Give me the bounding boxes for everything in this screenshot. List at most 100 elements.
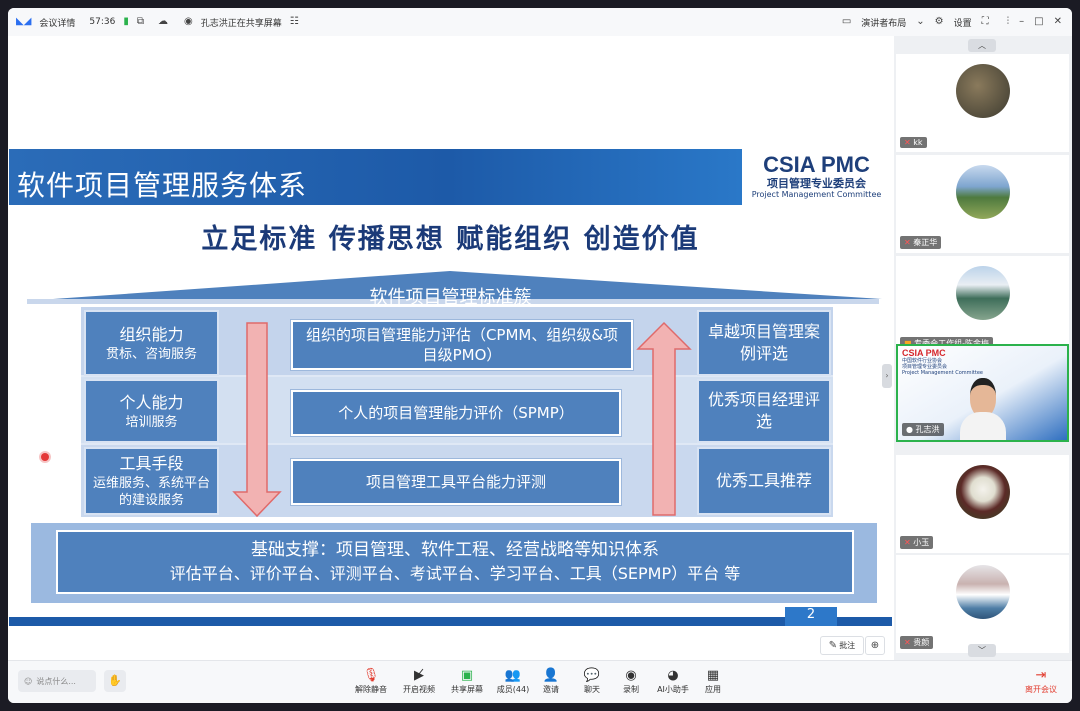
cloud-icon[interactable]: ☁: [158, 17, 168, 27]
mic-off-icon: ✕: [904, 138, 914, 147]
avatar: [956, 165, 1010, 219]
speaker-video: [960, 378, 1006, 440]
zoom-button[interactable]: ⊕: [865, 636, 885, 655]
scroll-up-button[interactable]: ︿: [968, 39, 996, 52]
exit-icon: ⇥: [1035, 668, 1047, 683]
share-screen-label: 共享屏幕: [451, 685, 483, 694]
chevron-down-icon[interactable]: ⌄: [916, 17, 924, 27]
members-label: 成员(44): [496, 685, 530, 694]
layout-icon[interactable]: ▭: [842, 17, 851, 27]
participant-tile[interactable]: ✕ kk: [896, 54, 1069, 152]
presenter-layout-button[interactable]: 演讲者布局: [861, 16, 906, 29]
invite-button[interactable]: 👤 邀请: [528, 667, 574, 695]
maximize-icon[interactable]: □: [1034, 17, 1043, 27]
raise-hand-button[interactable]: ✋: [104, 670, 126, 692]
middle-box-3: 项目管理工具平台能力评测: [291, 459, 621, 505]
chevron-up-icon: ︿: [978, 41, 986, 50]
minimize-icon[interactable]: –: [1019, 17, 1024, 27]
participant-tile[interactable]: ■ 专委会工作组-陈金梅: [896, 256, 1069, 354]
right-box-3: 优秀工具推荐: [699, 449, 829, 513]
middle-box-1: 组织的项目管理能力评估（CPMM、组织级&项目级PMO）: [291, 320, 633, 370]
settings-button[interactable]: 设置: [954, 16, 972, 29]
record-icon: ◉: [625, 668, 637, 683]
base-line-1: 基础支撑：项目管理、软件工程、经营战略等知识体系: [251, 540, 659, 560]
share-menu-icon[interactable]: ☷: [290, 17, 299, 27]
unmute-button[interactable]: 🎙 解除静音: [348, 667, 394, 695]
participant-tile[interactable]: ✕ 小玉: [896, 455, 1069, 553]
emoji-icon: ☺: [24, 676, 33, 686]
ai-assistant-label: AI小助手: [657, 685, 689, 694]
participant-name: ✕ 贵颜: [900, 636, 934, 649]
left-box-1-title: 组织能力: [119, 324, 184, 344]
right-box-1-text: 卓越项目管理案例评选: [707, 322, 820, 363]
meeting-timer: 57:36: [89, 17, 116, 27]
avatar: [956, 266, 1010, 320]
shared-screen-area: 软件项目管理服务体系 CSIA PMC 项目管理专业委员会 Project Ma…: [8, 36, 894, 660]
presentation-slide: 软件项目管理服务体系 CSIA PMC 项目管理专业委员会 Project Ma…: [9, 119, 892, 642]
close-icon[interactable]: ✕: [1054, 17, 1062, 27]
apps-button[interactable]: ▦ 应用: [690, 667, 736, 695]
share-screen-icon: ▣: [460, 668, 474, 683]
avatar: [956, 64, 1010, 118]
share-status-icon: ◉: [184, 16, 193, 27]
right-box-3-text: 优秀工具推荐: [715, 471, 812, 490]
left-box-2-title: 个人能力: [119, 392, 184, 412]
leave-meeting-label: 离开会议: [1025, 685, 1057, 694]
slide-footer-line: [9, 617, 892, 626]
mic-off-icon: ✕: [904, 538, 914, 547]
start-video-label: 开启视频: [403, 685, 435, 694]
left-box-1-sub: 贯标、咨询服务: [105, 346, 197, 362]
record-button[interactable]: ◉ 录制: [608, 667, 654, 695]
participant-tile[interactable]: ✕ 贵颜: [896, 555, 1069, 653]
meeting-details-link[interactable]: 会议详情: [39, 16, 75, 29]
pin-icon[interactable]: ⫶: [1007, 17, 1010, 27]
left-box-3: 工具手段 运维服务、系统平台的建设服务: [86, 449, 217, 513]
right-box-2-text: 优秀项目经理评选: [707, 390, 820, 431]
mic-off-icon: ✕: [904, 238, 914, 247]
participant-name: ● 孔志洪: [902, 423, 944, 436]
participants-panel: ︿ ✕ kk ✕ 秦正华 ■ 专委会工作组-陈金梅 CSIA PMC 中国软件行…: [894, 36, 1072, 660]
left-box-2-sub: 培训服务: [125, 414, 178, 430]
annotate-button[interactable]: ✎ 批注: [820, 636, 864, 655]
signal-icon: ▮: [123, 16, 129, 27]
apps-label: 应用: [705, 685, 721, 694]
mic-on-icon: ●: [906, 425, 916, 434]
left-box-2: 个人能力 培训服务: [86, 381, 217, 441]
scroll-down-button[interactable]: ﹀: [968, 644, 996, 657]
tencent-meeting-logo-icon: ◣◢: [16, 16, 32, 27]
chat-input[interactable]: ☺ 说点什么...: [18, 670, 96, 692]
left-box-1: 组织能力 贯标、咨询服务: [86, 312, 217, 374]
base-line-2: 评估平台、评价平台、评测平台、考试平台、学习平台、工具（SEPMP）平台 等: [169, 564, 741, 583]
camera-off-icon: ▶̸: [414, 668, 424, 683]
leave-meeting-button[interactable]: ⇥ 离开会议: [1018, 667, 1064, 695]
chat-label: 聊天: [584, 685, 600, 694]
unmute-label: 解除静音: [355, 685, 387, 694]
left-box-3-sub: 运维服务、系统平台的建设服务: [92, 476, 210, 508]
hand-icon: ✋: [108, 674, 122, 687]
participant-tile-active-speaker[interactable]: CSIA PMC 中国软件行业协会 项目管理专业委员会 Project Mana…: [896, 344, 1069, 442]
fullscreen-icon[interactable]: ⛶: [982, 17, 989, 27]
roof-label: 软件项目管理标准簇: [369, 287, 532, 308]
left-box-3-title: 工具手段: [119, 454, 184, 473]
middle-box-2: 个人的项目管理能力评价（SPMP）: [291, 390, 621, 436]
invite-label: 邀请: [543, 685, 559, 694]
sharing-status-text: 孔志洪正在共享屏幕: [200, 18, 282, 29]
start-video-button[interactable]: ▶̸ 开启视频: [396, 667, 442, 695]
annotate-label: 批注: [839, 641, 856, 650]
record-label: 录制: [623, 685, 639, 694]
share-screen-button[interactable]: ▣ 共享屏幕: [444, 667, 490, 695]
mic-muted-icon: 🎙: [362, 668, 380, 683]
speaker-video-logo: CSIA PMC 中国软件行业协会 项目管理专业委员会 Project Mana…: [902, 348, 983, 376]
avatar: [956, 465, 1010, 519]
external-link-icon[interactable]: ⧉: [137, 17, 144, 27]
collapse-panel-handle[interactable]: ›: [882, 364, 892, 388]
zoom-in-icon: ⊕: [870, 640, 880, 651]
laser-pointer-dot: [41, 453, 49, 461]
bottom-toolbar: ☺ 说点什么... ✋ 🎙 解除静音 ▶̸ 开启视频 ▣ 共享屏幕 👥 成员(4…: [8, 660, 1072, 703]
right-box-2: 优秀项目经理评选: [699, 381, 829, 441]
chat-placeholder: 说点什么...: [36, 676, 76, 686]
invite-icon: 👤: [542, 668, 560, 683]
participant-tile[interactable]: ✕ 秦正华: [896, 155, 1069, 253]
settings-icon[interactable]: ⚙: [935, 17, 944, 27]
mic-off-icon: ✕: [904, 638, 914, 647]
